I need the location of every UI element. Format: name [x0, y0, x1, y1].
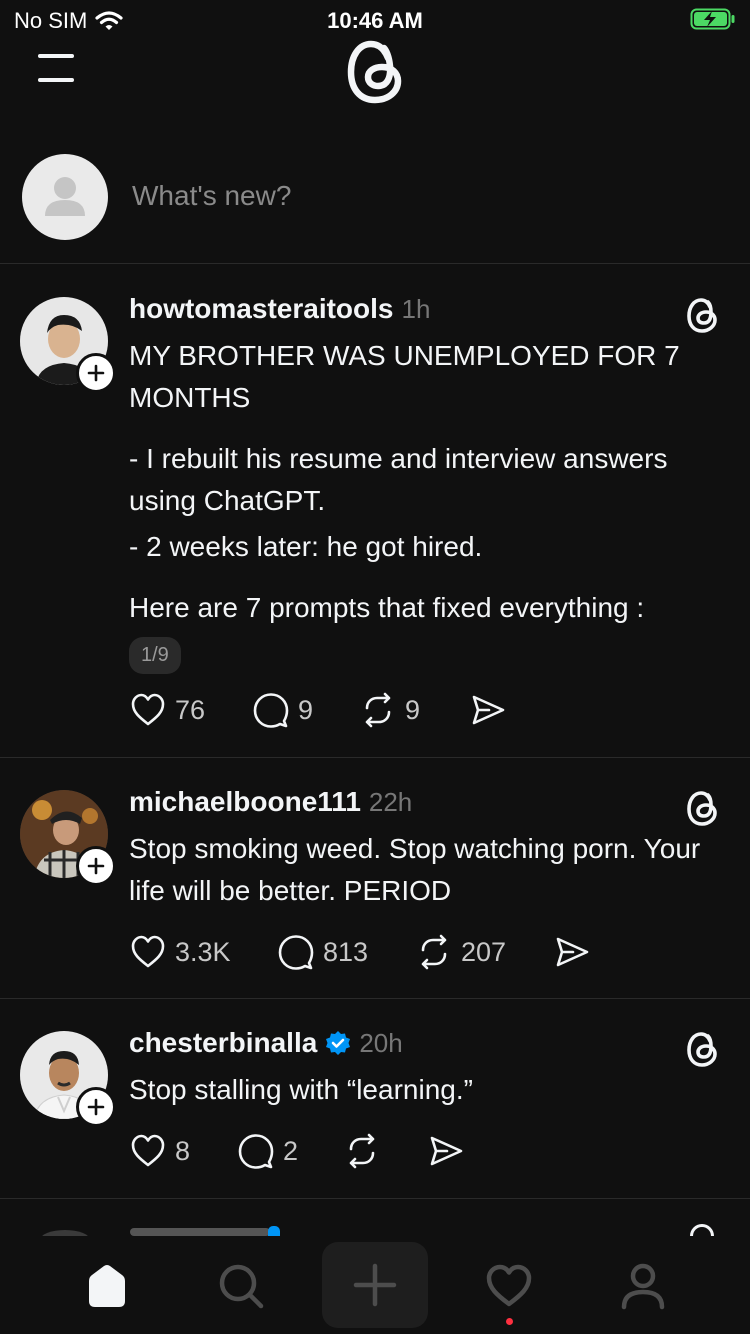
reply-button[interactable]: 9: [252, 691, 359, 729]
follow-button[interactable]: [76, 353, 116, 393]
repost-count: 9: [405, 694, 421, 725]
tab-create[interactable]: [322, 1242, 428, 1328]
repost-button[interactable]: 9: [359, 691, 469, 729]
reply-button[interactable]: 813: [277, 933, 415, 971]
verified-badge-icon: [326, 1031, 351, 1055]
share-button[interactable]: [553, 933, 591, 971]
username-fragment: [130, 1228, 270, 1236]
reply-count: 9: [298, 694, 314, 725]
like-button[interactable]: 8: [129, 1132, 237, 1170]
share-icon: [472, 695, 505, 725]
reply-count: 2: [283, 1135, 299, 1166]
like-button[interactable]: 3.3K: [129, 933, 277, 971]
post-text: Here are 7 prompts that fixed everything…: [129, 592, 645, 623]
repost-icon: [349, 1133, 375, 1169]
post-text: - 2 weeks later: he got hired.: [129, 531, 483, 562]
clock: 10:46 AM: [327, 8, 423, 33]
repost-icon: [365, 692, 391, 728]
post[interactable]: howtomasteraitools 1h MY BROTHER WAS UNE…: [0, 265, 750, 758]
home-icon: [89, 1265, 125, 1307]
comment-icon: [253, 693, 289, 728]
plus-icon: [87, 1098, 105, 1116]
status-bar: No SIM 10:46 AM: [0, 0, 750, 40]
tab-activity[interactable]: [479, 1256, 539, 1316]
post-avatar[interactable]: [20, 1031, 116, 1127]
post-time: 20h: [359, 1028, 403, 1058]
bottom-tab-bar: [0, 1236, 750, 1334]
heart-icon: [131, 693, 165, 726]
battery-charging-icon: [690, 8, 735, 30]
threads-badge-icon: [687, 1032, 717, 1067]
my-avatar[interactable]: [22, 154, 108, 240]
username[interactable]: michaelboone111: [129, 786, 361, 818]
post-time: 1h: [401, 294, 431, 324]
tab-search[interactable]: [211, 1256, 271, 1316]
follow-button[interactable]: [76, 846, 116, 886]
comment-icon: [238, 1134, 274, 1169]
threads-logo[interactable]: [344, 36, 406, 106]
post[interactable]: michaelboone111 22h Stop smoking weed. S…: [0, 758, 750, 999]
username[interactable]: howtomasteraitools: [129, 293, 393, 325]
heart-icon: [131, 935, 165, 968]
reply-button[interactable]: 2: [237, 1132, 343, 1170]
tab-profile[interactable]: [613, 1256, 673, 1316]
plus-icon: [87, 857, 105, 875]
share-icon: [556, 937, 589, 967]
next-post-peek: [0, 1200, 750, 1236]
tab-home[interactable]: [77, 1256, 137, 1316]
plus-icon: [87, 364, 105, 382]
like-count: 8: [175, 1135, 191, 1166]
share-button[interactable]: [427, 1132, 465, 1170]
post-header: michaelboone111 22h: [129, 786, 412, 818]
share-button[interactable]: [469, 691, 507, 729]
like-count: 3.3K: [175, 936, 231, 967]
like-button[interactable]: 76: [129, 691, 252, 729]
menu-icon[interactable]: [38, 52, 74, 84]
username[interactable]: chesterbinalla: [129, 1027, 317, 1059]
post-header: chesterbinalla 20h: [129, 1027, 403, 1059]
post-actions: 8 2: [129, 1132, 465, 1170]
repost-button[interactable]: 207: [415, 933, 553, 971]
post-text: Stop stalling with “learning.”: [129, 1074, 473, 1105]
reply-count: 813: [323, 936, 369, 967]
follow-button[interactable]: [76, 1087, 116, 1127]
post-actions: 3.3K 813 207: [129, 933, 591, 971]
activity-icon: [486, 1264, 532, 1307]
search-icon: [219, 1264, 264, 1309]
post[interactable]: chesterbinalla 20h Stop stalling with “l…: [0, 999, 750, 1199]
like-count: 76: [175, 694, 206, 725]
post-text: MY BROTHER WAS UNEMPLOYED FOR 7 MONTHS: [129, 340, 680, 413]
threads-badge-icon: [687, 791, 717, 826]
post-avatar[interactable]: [20, 790, 116, 886]
heart-icon: [131, 1134, 165, 1167]
post-text: Stop smoking weed. Stop watching porn. Y…: [129, 833, 701, 906]
post-avatar[interactable]: [20, 297, 116, 393]
share-icon: [430, 1136, 463, 1166]
carousel-indicator: 1/9: [129, 637, 181, 674]
post-text: - I rebuilt his resume and interview ans…: [129, 443, 668, 516]
verified-badge-icon: [268, 1226, 280, 1236]
repost-button[interactable]: [343, 1132, 427, 1170]
repost-icon: [421, 934, 447, 970]
post-actions: 76 9 9: [129, 691, 507, 729]
person-placeholder-icon: [45, 177, 85, 216]
composer-placeholder[interactable]: What's new?: [132, 180, 291, 212]
threads-badge-icon: [687, 298, 717, 333]
profile-icon: [621, 1263, 665, 1310]
create-icon: [353, 1263, 397, 1307]
threads-badge-icon: [690, 1224, 714, 1236]
composer[interactable]: What's new?: [0, 150, 750, 264]
notification-dot: [506, 1318, 513, 1325]
post-header: howtomasteraitools 1h: [129, 293, 430, 325]
post-time: 22h: [368, 787, 413, 817]
comment-icon: [278, 935, 314, 970]
repost-count: 207: [461, 936, 507, 967]
